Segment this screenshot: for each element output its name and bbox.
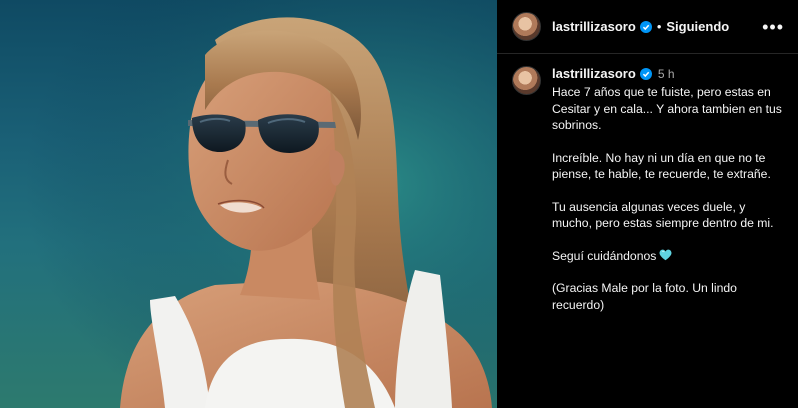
verified-badge-icon xyxy=(639,67,652,80)
caption-paragraph-with-emoji: Seguí cuidándonos xyxy=(552,248,784,265)
post-time[interactable]: 5 h xyxy=(658,67,675,81)
post-photo[interactable] xyxy=(0,0,497,408)
following-button[interactable]: Siguiendo xyxy=(666,19,729,34)
caption-header: lastrillizasoro 5 h xyxy=(552,66,784,81)
caption-username[interactable]: lastrillizasoro xyxy=(552,66,636,81)
turquoise-heart-icon xyxy=(659,249,672,260)
avatar[interactable] xyxy=(512,12,541,41)
separator-dot: • xyxy=(656,19,662,34)
caption-paragraph: Increíble. No hay ni un día en que no te… xyxy=(552,150,771,182)
caption-paragraph-text: Seguí cuidándonos xyxy=(552,248,657,263)
portrait-illustration xyxy=(0,0,497,408)
verified-badge-icon xyxy=(639,20,652,33)
caption-paragraph: Hace 7 años que te fuiste, pero estas en… xyxy=(552,85,782,132)
post-side-panel: lastrillizasoro • Siguiendo ••• lastrill… xyxy=(497,0,798,408)
post-caption: lastrillizasoro 5 h Hace 7 años que te f… xyxy=(497,54,798,313)
header-username[interactable]: lastrillizasoro xyxy=(552,19,636,34)
caption-body: lastrillizasoro 5 h Hace 7 años que te f… xyxy=(552,66,784,313)
more-horizontal-icon[interactable]: ••• xyxy=(762,18,784,36)
caption-paragraph: Tu ausencia algunas veces duele, y mucho… xyxy=(552,199,774,231)
caption-avatar[interactable] xyxy=(512,66,541,95)
caption-paragraph: (Gracias Male por la foto. Un lindo recu… xyxy=(552,281,737,312)
post-header: lastrillizasoro • Siguiendo ••• xyxy=(497,0,798,54)
instagram-post: lastrillizasoro • Siguiendo ••• lastrill… xyxy=(0,0,798,408)
